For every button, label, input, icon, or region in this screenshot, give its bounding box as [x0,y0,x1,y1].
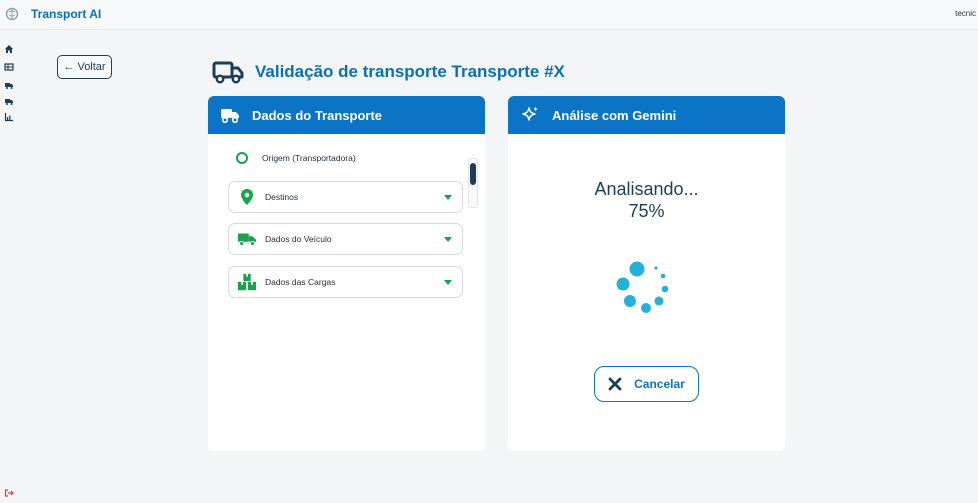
close-icon [608,377,622,391]
scrollbar[interactable] [468,158,478,208]
chevron-down-icon [444,280,452,285]
gemini-analysis-card: Análise com Gemini Analisando... 75% Can… [508,96,785,451]
transport-data-card: Dados do Transporte Origem (Transportado… [208,96,485,451]
chevron-down-icon [444,195,452,200]
card-title: Análise com Gemini [552,107,677,123]
cancel-label: Cancelar [634,377,685,391]
card-title: Dados do Transporte [252,107,383,123]
origin-circle-icon [236,152,248,164]
loading-spinner-icon [616,261,669,313]
scrollbar-thumb[interactable] [470,163,476,185]
progress-percent: 75% [628,201,665,221]
page-header: Validação de transporte Transporte #X [212,58,565,86]
brain-logo-icon [5,7,19,21]
back-button[interactable]: ← Voltar [57,55,112,79]
truck-icon[interactable] [4,96,14,106]
logout-icon[interactable] [4,488,14,498]
destinos-accordion[interactable]: Destinos [228,181,463,213]
truck-icon [221,109,239,123]
sparkle-icon [522,106,538,121]
app-title: Transport AI [31,7,102,21]
origin-item[interactable]: Origem (Transportadora) [236,152,356,164]
boxes-icon [237,273,257,291]
top-bar: Transport AI tecnic [0,0,978,30]
chart-icon[interactable] [4,112,14,122]
card-header: Dados do Transporte [208,96,485,134]
vehicle-accordion[interactable]: Dados do Veículo [228,223,463,255]
chevron-down-icon [444,237,452,242]
page-title: Validação de transporte Transporte #X [255,62,565,81]
accordion-label: Dados das Cargas [265,277,336,287]
map-pin-icon [237,188,257,206]
table-icon[interactable] [4,62,14,72]
truck-icon [237,230,257,248]
origin-label: Origem (Transportadora) [262,153,356,163]
home-icon[interactable] [4,44,14,54]
sidebar [0,30,18,503]
truck-icon [212,61,244,84]
card-header: Análise com Gemini [508,96,785,134]
accordion-label: Destinos [265,192,299,202]
truck-icon[interactable] [4,80,14,90]
cargo-accordion[interactable]: Dados das Cargas [228,266,463,298]
status-label: Analisando... [594,179,699,199]
cancel-button[interactable]: Cancelar [594,366,699,402]
accordion-label: Dados do Veículo [265,234,332,244]
analysis-status: Analisando... 75% [508,178,785,222]
user-name[interactable]: tecnic [955,9,976,18]
